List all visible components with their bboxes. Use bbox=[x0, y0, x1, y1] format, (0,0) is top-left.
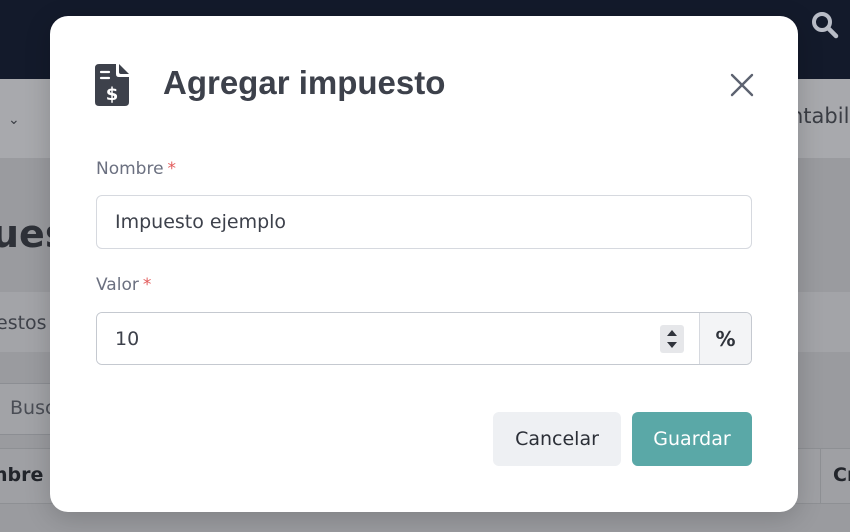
name-input[interactable] bbox=[96, 195, 752, 249]
percent-addon: % bbox=[699, 313, 751, 364]
nav-item-partial[interactable]: ntabili bbox=[790, 104, 850, 128]
column-header-created[interactable]: Cr bbox=[820, 448, 850, 504]
name-label: Nombre * bbox=[96, 159, 176, 179]
cancel-button[interactable]: Cancelar bbox=[493, 412, 621, 466]
file-invoice-dollar-icon: $ bbox=[95, 64, 129, 106]
chevron-down-icon[interactable]: ⌄ bbox=[8, 112, 20, 128]
value-input-group: % bbox=[96, 312, 752, 365]
value-input[interactable] bbox=[97, 313, 699, 364]
name-label-text: Nombre bbox=[96, 159, 164, 179]
add-tax-modal: $ Agregar impuesto Nombre* Valor* % Canc… bbox=[50, 16, 798, 512]
number-spinner[interactable] bbox=[660, 325, 684, 353]
tab-taxes[interactable]: estos bbox=[0, 312, 47, 334]
close-icon[interactable] bbox=[728, 71, 756, 99]
value-label: Valor * bbox=[96, 275, 151, 295]
spinner-up-icon[interactable] bbox=[667, 330, 677, 336]
svg-text:$: $ bbox=[106, 84, 119, 105]
required-marker: * bbox=[167, 159, 177, 179]
required-marker: * bbox=[142, 275, 152, 295]
spinner-down-icon[interactable] bbox=[667, 342, 677, 348]
value-label-text: Valor bbox=[96, 275, 139, 295]
column-header-name[interactable]: nbre bbox=[0, 464, 43, 486]
table-search-placeholder: Busc bbox=[10, 397, 56, 419]
save-button[interactable]: Guardar bbox=[632, 412, 752, 466]
modal-title: Agregar impuesto bbox=[163, 64, 446, 101]
search-icon[interactable] bbox=[810, 10, 840, 40]
